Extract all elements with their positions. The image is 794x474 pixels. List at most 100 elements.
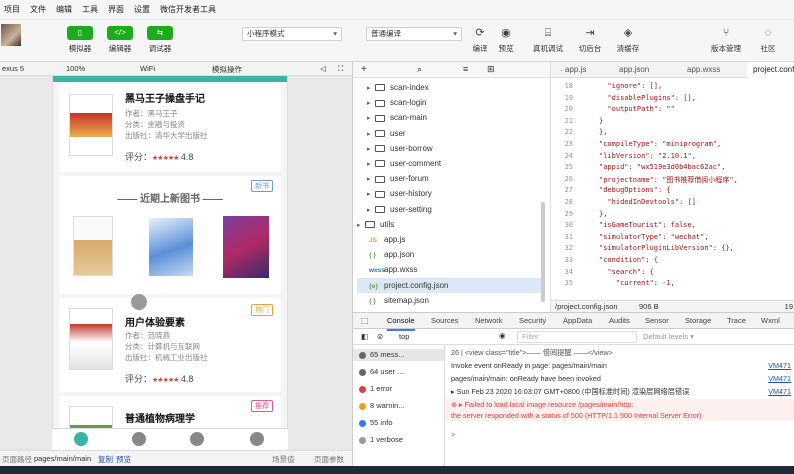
- levels-select[interactable]: Default levels ▾: [643, 332, 694, 341]
- inspect-icon[interactable]: ⬚: [361, 316, 369, 325]
- tab-app-json[interactable]: app.json: [613, 62, 655, 78]
- preview-link[interactable]: 预览: [116, 454, 131, 465]
- menu-view[interactable]: 界面: [108, 4, 124, 15]
- file-tree-item[interactable]: ▸ utils: [357, 217, 394, 232]
- chevron-right-icon[interactable]: ▸: [367, 142, 375, 157]
- chevron-right-icon[interactable]: ▸: [367, 203, 375, 218]
- code-line[interactable]: "debugOptions": {: [599, 186, 671, 194]
- add-icon[interactable]: +: [361, 64, 367, 75]
- chevron-right-icon[interactable]: ▸: [367, 81, 375, 96]
- tab-appdata[interactable]: AppData: [563, 313, 592, 329]
- code-line[interactable]: "isGameTourist": false,: [599, 221, 696, 229]
- editor-button[interactable]: </> 编辑器: [100, 26, 140, 54]
- zoom-select[interactable]: 100%: [66, 64, 85, 73]
- eye-icon[interactable]: ◉: [499, 331, 506, 340]
- remote-debug-button[interactable]: ⌸ 真机调试: [528, 26, 568, 54]
- file-tree-item[interactable]: ▸ user-borrow: [367, 141, 433, 156]
- file-tree-item[interactable]: ▸ user-forum: [367, 171, 429, 186]
- tab-network[interactable]: Network: [475, 313, 503, 329]
- chevron-right-icon[interactable]: ▸: [367, 187, 375, 202]
- tab-trace[interactable]: Trace: [727, 313, 746, 329]
- clear-console-icon[interactable]: ⊘: [377, 332, 383, 341]
- tab-console[interactable]: Console: [387, 313, 415, 331]
- console-log-line[interactable]: 26 | <view class="title">—— 借阅提醒 ——</vie…: [445, 347, 794, 358]
- code-line[interactable]: },: [599, 210, 607, 218]
- code-line[interactable]: "compileType": "miniprogram",: [599, 140, 721, 148]
- mode-select[interactable]: 小程序模式: [242, 27, 342, 41]
- code-line[interactable]: "projectname": "图书推荐借阅小程序",: [599, 175, 738, 185]
- code-line[interactable]: "simulatorType": "wechat",: [599, 233, 709, 241]
- code-line[interactable]: "simulatorPluginLibVersion": {},: [599, 244, 734, 252]
- console-filter-item[interactable]: 1 verbose: [359, 434, 403, 446]
- list-icon[interactable]: ≡: [463, 64, 468, 74]
- menu-project[interactable]: 项目: [4, 4, 20, 15]
- clear-cache-button[interactable]: ◈ 清缓存: [608, 26, 648, 54]
- preview-button[interactable]: ◉ 预览: [486, 26, 526, 54]
- expand-icon[interactable]: ⛶: [338, 64, 343, 74]
- code-line[interactable]: "condition": {: [599, 256, 658, 264]
- scene-label[interactable]: 场景值: [272, 454, 295, 465]
- tab-sources[interactable]: Sources: [431, 313, 459, 329]
- console-log-line[interactable]: Invoke event onReady in page: pages/main…: [445, 360, 794, 371]
- background-button[interactable]: ⇥ 切后台: [570, 26, 610, 54]
- menu-settings[interactable]: 设置: [134, 4, 150, 15]
- tab-wxml[interactable]: Wxml: [761, 313, 780, 329]
- console-log-line[interactable]: ⊗ ▸ Failed to load local image resource …: [445, 399, 794, 410]
- code-line[interactable]: "ignore": [],: [599, 82, 662, 90]
- avatar[interactable]: [1, 24, 21, 46]
- menu-file[interactable]: 文件: [30, 4, 46, 15]
- book-card[interactable]: 用户体验要素 热门 作者：范晓燕 分类：计算机与互联网 出版社：机械工业出版社 …: [59, 298, 281, 392]
- collapse-icon[interactable]: ⊞: [487, 64, 495, 75]
- code-line[interactable]: "current": -1,: [599, 279, 675, 287]
- compile-mode-select[interactable]: 普通编译: [366, 27, 462, 41]
- scrollbar[interactable]: [541, 202, 545, 302]
- book-card[interactable]: 黑马王子操盘手记 作者：黑马王子 分类：金融与投资 出版社：清华大学出版社 评分…: [59, 84, 281, 172]
- tab-sensor[interactable]: Sensor: [645, 313, 669, 329]
- device-select[interactable]: exus 5: [2, 64, 24, 73]
- console-log-line[interactable]: the server responded with a status of 50…: [445, 410, 794, 421]
- console-filter-item[interactable]: 8 warnin...: [359, 400, 405, 412]
- menu-wechat-devtools[interactable]: 微信开发者工具: [160, 4, 216, 15]
- chevron-right-icon[interactable]: ▸: [367, 157, 375, 172]
- operation-select[interactable]: 模拟操作: [212, 64, 242, 75]
- file-tree-item[interactable]: ▸ user-comment: [367, 156, 441, 171]
- code-line[interactable]: "libVersion": "2.10.1",: [599, 152, 696, 160]
- tab-app-js[interactable]: app.js: [559, 62, 592, 78]
- console-filter-item[interactable]: 64 user ...: [359, 366, 403, 378]
- log-source-link[interactable]: VM471: [768, 360, 791, 371]
- book-cover[interactable]: [149, 218, 193, 276]
- version-button[interactable]: ⑂ 版本管理: [706, 26, 746, 54]
- file-tree-item[interactable]: ▸ user: [367, 126, 406, 141]
- chevron-right-icon[interactable]: ▸: [367, 172, 375, 187]
- file-tree-item[interactable]: ▸ scan-login: [367, 95, 426, 110]
- sidebar-toggle-icon[interactable]: ◧: [361, 332, 368, 341]
- params-label[interactable]: 页面参数: [314, 454, 344, 465]
- context-select[interactable]: top: [399, 332, 409, 341]
- log-source-link[interactable]: VM471: [768, 373, 791, 384]
- network-select[interactable]: WiFi: [140, 64, 155, 73]
- tab-home-icon[interactable]: [74, 432, 88, 446]
- console-input[interactable]: >: [445, 429, 794, 440]
- code-line[interactable]: "appid": "wx519e3d0b4bac62ac",: [599, 163, 725, 171]
- book-cover[interactable]: [223, 216, 269, 278]
- tab-app-wxss[interactable]: app.wxss: [681, 62, 726, 78]
- file-tree-item[interactable]: JS app.js: [369, 232, 405, 247]
- log-source-link[interactable]: VM471: [768, 386, 791, 397]
- filter-input[interactable]: Filter: [517, 331, 637, 343]
- file-tree-item[interactable]: { } sitemap.json: [369, 293, 429, 308]
- file-tree-item[interactable]: ▸ scan-main: [367, 110, 427, 125]
- code-line[interactable]: "outputPath": "": [599, 105, 674, 113]
- tab-security[interactable]: Security: [519, 313, 546, 329]
- tab-project-config[interactable]: project.config.json: [747, 62, 794, 78]
- console-log-line[interactable]: ▸ Sun Feb 23 2020 16:03:07 GMT+0800 (中国标…: [445, 386, 794, 397]
- code-line[interactable]: },: [599, 128, 607, 136]
- code-line[interactable]: "search": {: [599, 268, 653, 276]
- code-line[interactable]: }: [599, 117, 603, 125]
- file-tree-item[interactable]: {o} project.config.json: [357, 277, 541, 293]
- search-icon[interactable]: ⌕: [417, 64, 422, 75]
- menu-tools[interactable]: 工具: [82, 4, 98, 15]
- tab-user-icon[interactable]: [250, 432, 264, 446]
- file-tree-item[interactable]: { } app.json: [369, 247, 414, 262]
- chevron-right-icon[interactable]: ▸: [367, 127, 375, 142]
- console-filter-item[interactable]: 65 mess...: [353, 349, 444, 361]
